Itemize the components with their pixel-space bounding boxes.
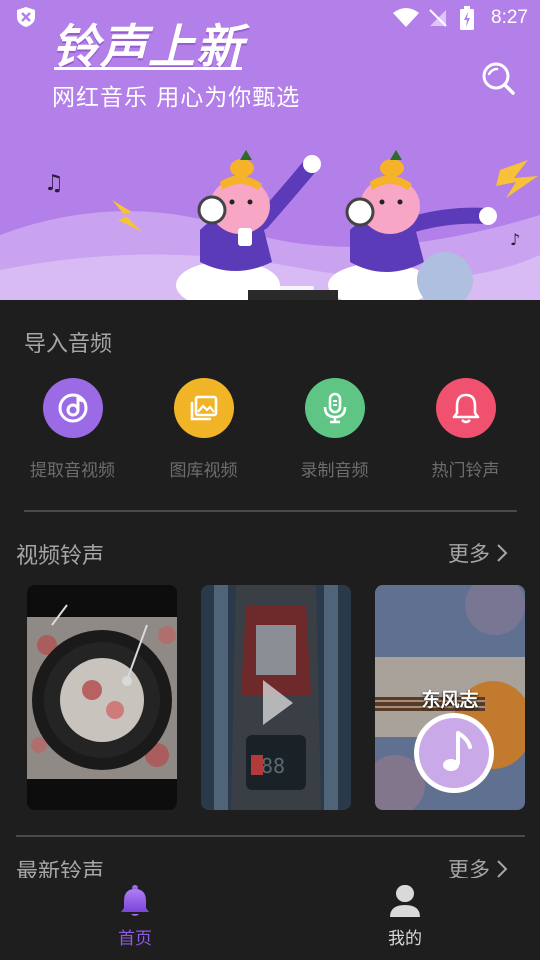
shield-icon [17,7,35,27]
hot-ringtones-button[interactable]: 热门铃声 [400,378,531,481]
status-time: 8:27 [491,7,528,28]
top-banner[interactable]: ♫ ♪ 8:27 铃声上新 网红音乐 用心为你甄选 [0,0,540,300]
section-divider [16,835,525,837]
more-label: 更多 [448,542,490,566]
user-icon [390,885,420,917]
extract-audio-video-button[interactable]: 提取音视频 [7,378,138,481]
video-card[interactable]: 东风志 [375,585,525,810]
import-label: 提取音视频 [30,461,115,481]
gallery-icon [190,395,217,421]
video-card[interactable] [27,585,177,810]
battery-icon [460,6,474,30]
bottom-navigation: 首页 我的 [0,878,540,960]
import-label: 录制音频 [300,461,369,481]
no-signal-icon [429,9,447,27]
nav-label: 首页 [118,929,152,949]
nav-label: 我的 [388,929,422,949]
chevron-right-icon [497,544,508,562]
video-thumbnail: 88 [201,585,351,810]
banner-subtitle: 网红音乐 用心为你甄选 [52,85,301,111]
svg-text:♫: ♫ [44,171,64,196]
import-icon-circle [304,378,365,438]
svg-text:♪: ♪ [510,230,520,249]
import-label: 热门铃声 [431,461,500,481]
video-section-title: 视频铃声 [16,544,105,569]
music-disc-icon [58,393,87,423]
wifi-icon [393,8,419,27]
record-audio-button[interactable]: 录制音频 [269,378,400,481]
nav-mine[interactable]: 我的 [345,884,465,949]
section-divider [24,510,517,512]
chevron-right-icon [497,860,508,878]
gallery-video-button[interactable]: 图库视频 [138,378,269,481]
svg-text:88: 88 [261,754,285,778]
music-note-icon [414,713,494,793]
banner-title-underline [54,67,242,70]
import-icon-circle [42,378,103,438]
import-section-title: 导入音频 [24,332,113,357]
video-thumbnail [27,585,177,810]
search-icon[interactable] [480,60,516,96]
video-more-link[interactable]: 更多 [448,538,508,568]
bell-icon [121,885,149,916]
import-actions: 提取音视频 图库视频 录制音频 热门铃声 [0,378,540,488]
card-overlay-title: 东风志 [421,689,479,711]
bell-icon [452,393,479,424]
import-icon-circle [435,378,496,438]
microphone-icon [323,392,346,424]
video-card[interactable]: 88 [201,585,351,810]
import-label: 图库视频 [169,461,238,481]
import-icon-circle [173,378,234,438]
nav-home[interactable]: 首页 [75,884,195,949]
